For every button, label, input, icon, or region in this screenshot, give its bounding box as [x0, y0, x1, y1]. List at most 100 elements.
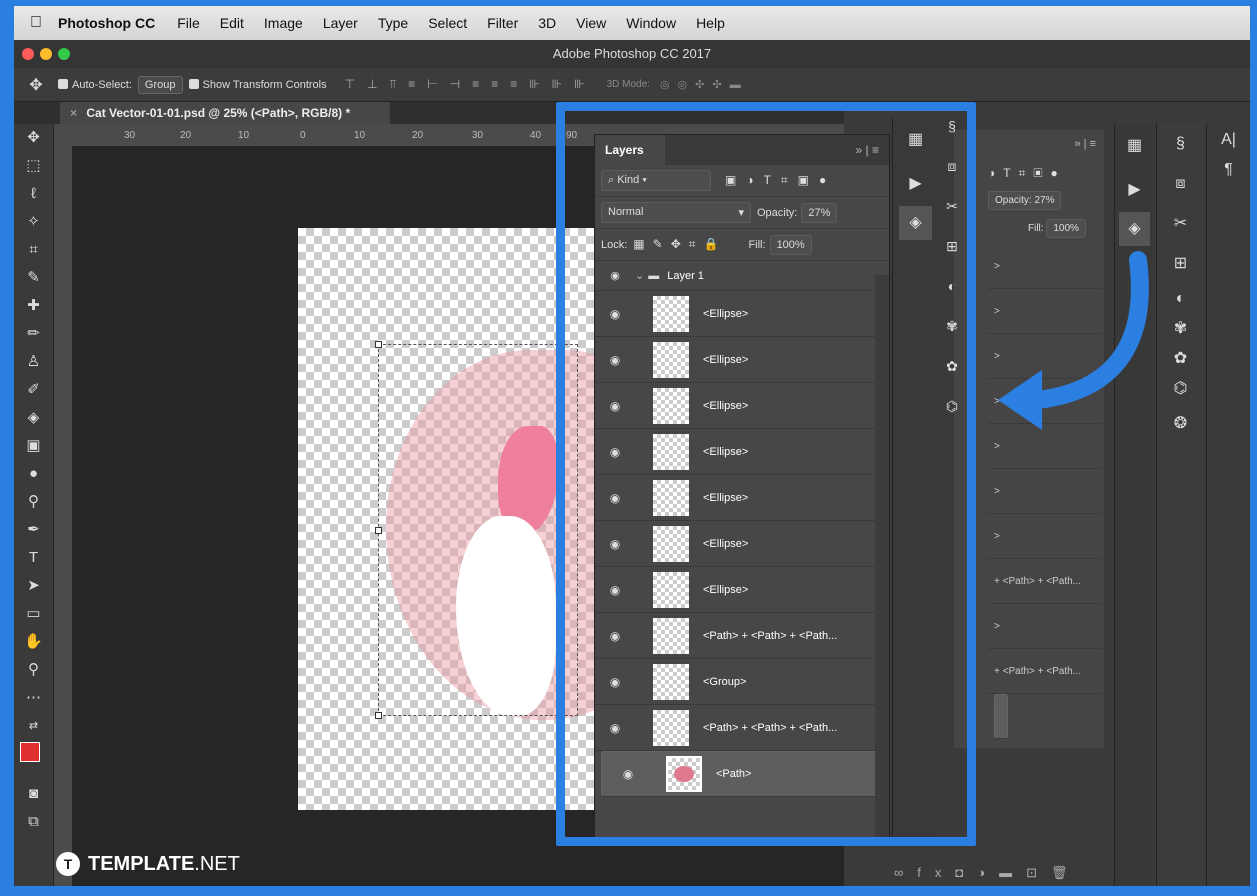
auto-select-dropdown[interactable]: Group [137, 75, 183, 94]
menu-window[interactable]: Window [626, 15, 676, 31]
eyedropper-icon[interactable]: ✎ [14, 264, 53, 292]
menu-help[interactable]: Help [696, 15, 725, 31]
grid-icon[interactable]: ▦ [1115, 124, 1154, 168]
swap-colors-icon[interactable]: ⇄ [14, 712, 53, 740]
shape-icon[interactable]: ⧈ [1157, 164, 1204, 204]
mask-icon[interactable]: ◘ [955, 865, 977, 880]
menu-type[interactable]: Type [378, 15, 408, 31]
minimize-icon[interactable] [40, 48, 52, 60]
tools-icon[interactable]: ✂ [1157, 204, 1204, 244]
crop-tool-icon[interactable]: ⌗ [14, 236, 53, 264]
blur-tool-icon[interactable]: ● [14, 460, 53, 488]
paragraph-icon[interactable]: ¶ [1207, 156, 1250, 184]
app-menu[interactable]: Photoshop CC [58, 15, 155, 31]
character-style-icon[interactable]: § [1157, 124, 1204, 164]
window-title: Adobe Photoshop CC 2017 [552, 46, 712, 61]
screenshot-frame:  Photoshop CC File Edit Image Layer Typ… [0, 0, 1257, 896]
menu-select[interactable]: Select [428, 15, 467, 31]
ghost-layer-row: > [988, 469, 1102, 514]
type-icon-strip: A| ¶ [1206, 124, 1250, 886]
ghost-layer-row-selected [994, 694, 1008, 739]
character-icon[interactable]: A| [1207, 124, 1250, 156]
menu-layer[interactable]: Layer [323, 15, 358, 31]
menu-3d[interactable]: 3D [538, 15, 556, 31]
menu-edit[interactable]: Edit [220, 15, 244, 31]
foreground-color-swatch[interactable] [20, 742, 40, 762]
new-layer-icon[interactable]: ⊡ [1026, 865, 1051, 880]
ghost-panel-menu-icon[interactable]: » | ≡ [988, 130, 1102, 158]
document-tab[interactable]: × Cat Vector-01-01.psd @ 25% (<Path>, RG… [60, 102, 390, 124]
ghost-layer-row: > [988, 604, 1102, 649]
folder-icon[interactable]: ▬ [999, 865, 1026, 880]
vertical-ruler [54, 146, 72, 886]
pen-tool-icon[interactable]: ✒ [14, 516, 53, 544]
ghost-fill-value[interactable]: 100% [1046, 219, 1086, 238]
menu-view[interactable]: View [576, 15, 606, 31]
close-icon[interactable] [22, 48, 34, 60]
adjustment-icon[interactable]: ◑ [977, 865, 999, 880]
checkbox-icon [188, 78, 199, 89]
tool-icon-strip: § ⧈ ✂ ⊞ ◐ ✾ ✿ ⌬ ❂ [1156, 124, 1204, 886]
zoom-tool-icon[interactable]: ⚲ [14, 656, 53, 684]
menu-filter[interactable]: Filter [487, 15, 518, 31]
stamp-tool-icon[interactable]: ♙ [14, 348, 53, 376]
watermark-brand: TEMPLATE [88, 852, 195, 875]
dodge-tool-icon[interactable]: ⚲ [14, 488, 53, 516]
3d-mode-icons[interactable]: ◎◎✣✣▬ [660, 78, 749, 91]
ruler-tick: 10 [238, 130, 250, 141]
apple-icon[interactable]:  [14, 14, 58, 32]
transform-bounding-box[interactable] [375, 341, 578, 719]
document-tab-title: Cat Vector-01-01.psd @ 25% (<Path>, RGB/… [86, 106, 351, 120]
watermark-suffix: .NET [194, 852, 240, 875]
hand-tool-icon[interactable]: ✋ [14, 628, 53, 656]
checkbox-icon [58, 78, 68, 89]
auto-select-checkbox[interactable]: Auto-Select: [58, 78, 132, 91]
layers-bottom-bar: ∞fx◘◑▬⊡🗑 [844, 860, 1114, 886]
brush-tool-icon[interactable]: ✏ [14, 320, 53, 348]
annotation-arrow-icon [998, 251, 1149, 430]
ghost-filter-icons[interactable]: ◑T⌗▣● [988, 158, 1102, 188]
ruler-tick: 20 [412, 130, 424, 141]
play-icon[interactable]: ▶ [1115, 168, 1154, 212]
path-select-icon[interactable]: ➤ [14, 572, 53, 600]
ruler-tick: 30 [124, 130, 136, 141]
ghost-fill-label: Fill: [1028, 223, 1044, 234]
lasso-tool-icon[interactable]: ℓ [14, 180, 53, 208]
type-tool-icon[interactable]: T [14, 544, 53, 572]
marquee-tool-icon[interactable]: ⬚ [14, 152, 53, 180]
align-icons[interactable]: ⊤⊥⫪≡⊢⊣≡≡≡⊪⊪⊪ [345, 77, 597, 92]
history-brush-icon[interactable]: ✐ [14, 376, 53, 404]
ghost-opacity[interactable]: Opacity: 27% [988, 191, 1062, 210]
traffic-lights [22, 48, 70, 60]
move-tool-icon[interactable]: ✥ [14, 124, 53, 152]
ruler-tick: 40 [530, 130, 542, 141]
magic-wand-icon[interactable]: ✧ [14, 208, 53, 236]
trash-icon[interactable]: 🗑 [1051, 865, 1082, 880]
color-swatches[interactable] [14, 740, 53, 780]
ruler-tick: 30 [472, 130, 484, 141]
transform-handle[interactable] [375, 341, 382, 348]
gradient-tool-icon[interactable]: ▣ [14, 432, 53, 460]
highlight-frame [556, 102, 976, 846]
show-transform-checkbox[interactable]: Show Transform Controls [188, 78, 327, 91]
screen-mode-icon[interactable]: ⧉ [14, 808, 53, 836]
link-icon[interactable]: ∞ [894, 865, 917, 880]
layers-icon[interactable]: ◈ [1119, 212, 1150, 246]
move-tool-icon[interactable]: ✥ [14, 75, 58, 95]
quick-mask-icon[interactable]: ◙ [14, 780, 53, 808]
close-tab-icon[interactable]: × [70, 106, 77, 120]
eraser-icon[interactable]: ◈ [14, 404, 53, 432]
transform-handle[interactable] [375, 712, 382, 719]
more-tools-icon[interactable]: ⋯ [14, 684, 53, 712]
menu-file[interactable]: File [177, 15, 200, 31]
transform-handle[interactable] [375, 527, 382, 534]
menubar:  Photoshop CC File Edit Image Layer Typ… [14, 6, 1250, 40]
healing-brush-icon[interactable]: ✚ [14, 292, 53, 320]
rectangle-tool-icon[interactable]: ▭ [14, 600, 53, 628]
ghost-layer-row: + <Path> + <Path... [988, 559, 1102, 604]
maximize-icon[interactable] [58, 48, 70, 60]
ghost-opacity-value: 27% [1034, 195, 1055, 206]
menu-image[interactable]: Image [264, 15, 303, 31]
fx-icon[interactable]: fx [917, 865, 955, 880]
window-titlebar: Adobe Photoshop CC 2017 [14, 40, 1250, 68]
